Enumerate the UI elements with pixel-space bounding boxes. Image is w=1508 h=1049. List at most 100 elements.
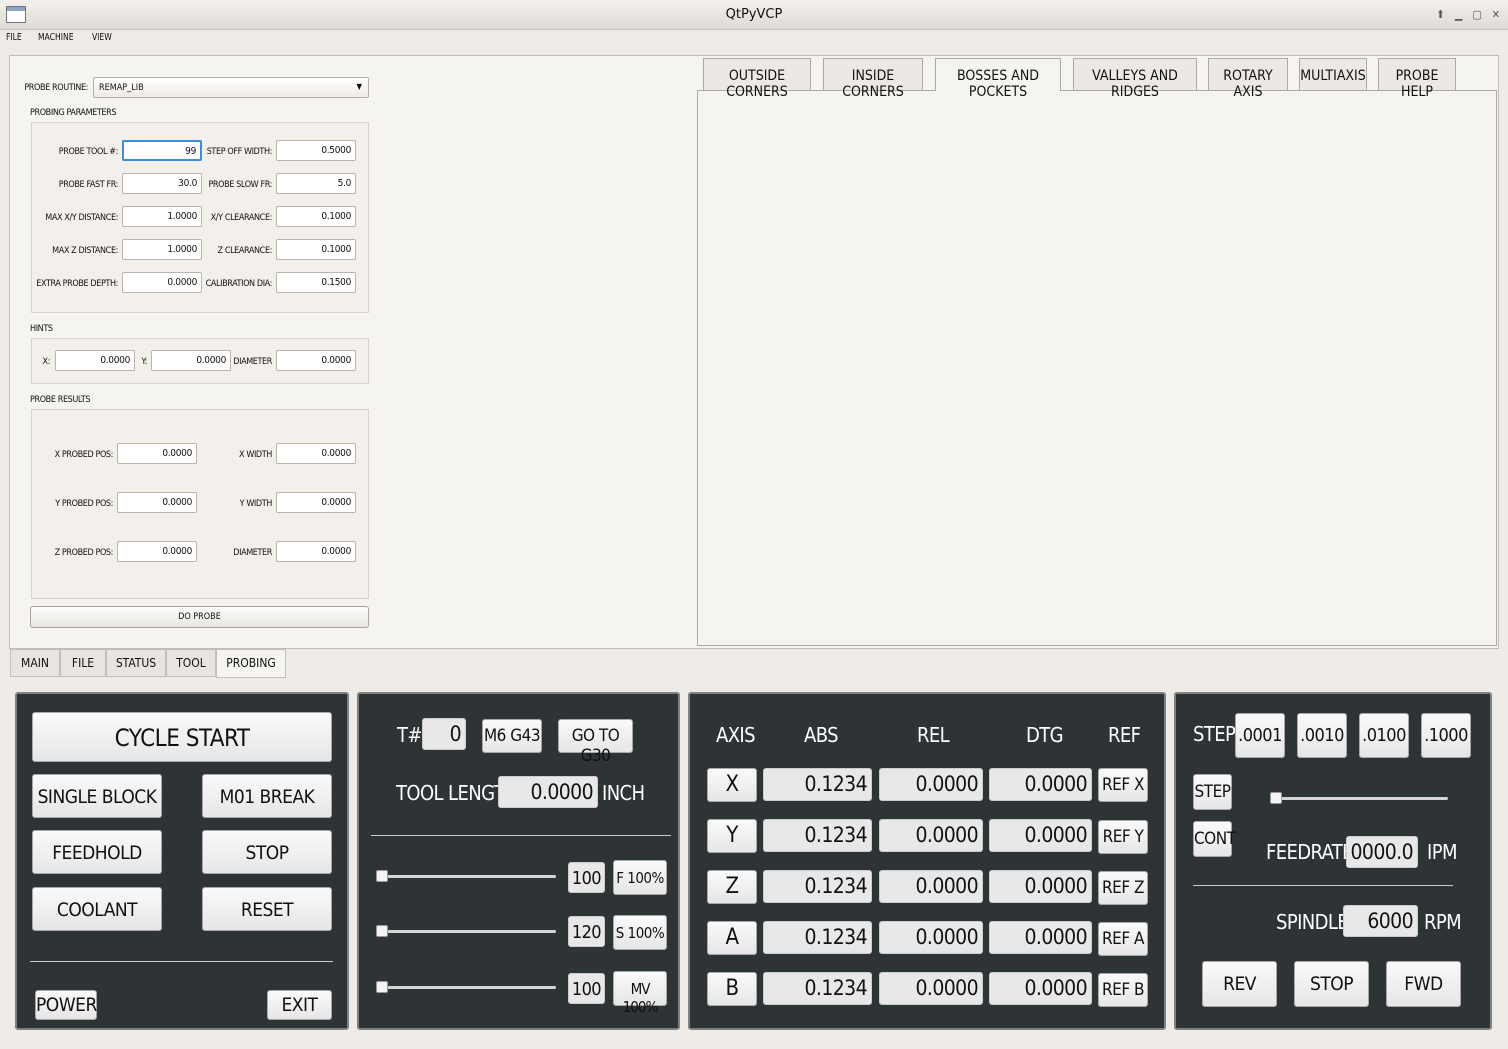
tab-valleys-and-ridges[interactable]: VALLEYS AND RIDGES	[1073, 58, 1197, 100]
spindle-reverse-button[interactable]: REV	[1202, 961, 1277, 1007]
x-probed-value[interactable]: 0.0000	[117, 443, 197, 464]
probe-slow-input[interactable]: 5.0	[276, 173, 356, 194]
jog-rate-handle[interactable]	[1270, 792, 1282, 804]
spindle-unit: RPM	[1424, 910, 1462, 934]
go-to-g30-button[interactable]: GO TO G30	[558, 719, 633, 766]
m01-break-button[interactable]: M01 BREAK	[202, 774, 332, 818]
step-label: STEP	[1193, 722, 1236, 746]
probe-tool-input[interactable]: 99	[122, 140, 202, 161]
tool-number-field[interactable]: 0	[422, 718, 466, 750]
feed-override-handle[interactable]	[376, 870, 388, 882]
dro-header-axis: AXIS	[716, 723, 756, 747]
menu-view[interactable]: VIEW	[86, 30, 117, 50]
dro-b-dtg: 0.0000	[989, 972, 1092, 1005]
feedhold-button[interactable]: FEEDHOLD	[32, 830, 162, 874]
menu-file[interactable]: FILE	[0, 30, 27, 50]
step-off-width-input[interactable]: 0.5000	[276, 140, 356, 161]
tab-status[interactable]: STATUS	[106, 649, 166, 677]
spindle-speed-field[interactable]: 6000	[1343, 905, 1418, 937]
maximize-icon[interactable]: ▢	[1472, 8, 1481, 21]
max-xy-input[interactable]: 1.0000	[122, 206, 202, 227]
y-width-value[interactable]: 0.0000	[276, 492, 356, 513]
spindle-forward-button[interactable]: FWD	[1386, 961, 1461, 1007]
reset-button[interactable]: RESET	[202, 887, 332, 931]
single-block-button[interactable]: SINGLE BLOCK	[32, 774, 162, 818]
exit-button[interactable]: EXIT	[267, 990, 332, 1020]
x-width-value[interactable]: 0.0000	[276, 443, 356, 464]
cont-mode-button[interactable]: CONT	[1193, 821, 1236, 857]
hint-x-input[interactable]: 0.0000	[55, 350, 135, 371]
ref-a-button[interactable]: REF A	[1098, 922, 1148, 956]
spindle-override-value: 120	[568, 916, 605, 947]
tool-length-field[interactable]: 0.0000	[498, 776, 598, 808]
hint-y-input[interactable]: 0.0000	[151, 350, 231, 371]
hint-diameter-input[interactable]: 0.0000	[276, 350, 356, 371]
cycle-start-button[interactable]: CYCLE START	[32, 712, 332, 762]
feed-override-slider[interactable]	[377, 875, 556, 878]
y-probed-label: Y PROBED POS:	[55, 499, 113, 509]
hint-diameter-label: DIAMETER	[233, 357, 272, 367]
jog-rate-slider[interactable]	[1272, 797, 1448, 800]
stop-button[interactable]: STOP	[202, 830, 332, 874]
spindle-override-handle[interactable]	[376, 925, 388, 937]
x-width-label: X WIDTH	[239, 450, 272, 460]
tab-multiaxis[interactable]: MULTIAXIS	[1299, 58, 1367, 90]
tab-probe-help[interactable]: PROBE HELP	[1378, 58, 1456, 100]
extra-depth-input[interactable]: 0.0000	[122, 272, 202, 293]
feedrate-field[interactable]: 0000.0	[1346, 836, 1418, 868]
spindle-100-button[interactable]: S 100%	[613, 915, 667, 950]
probe-results-title: PROBE RESULTS	[30, 395, 91, 405]
max-velocity-100-button[interactable]: MV 100%	[613, 971, 667, 1016]
tab-tool[interactable]: TOOL	[166, 649, 216, 677]
jog-divider	[1193, 885, 1453, 886]
max-velocity-handle[interactable]	[376, 981, 388, 993]
step-1000-button[interactable]: .1000	[1421, 713, 1471, 758]
z-probed-value[interactable]: 0.0000	[117, 541, 197, 562]
axis-a-button[interactable]: A	[707, 921, 757, 955]
tab-file[interactable]: FILE	[60, 649, 106, 677]
m6-g43-button[interactable]: M6 G43	[482, 719, 542, 753]
coolant-button[interactable]: COOLANT	[32, 887, 162, 931]
max-xy-label: MAX X/Y DISTANCE:	[45, 213, 118, 223]
do-probe-button[interactable]: DO PROBE	[30, 606, 369, 628]
ref-y-button[interactable]: REF Y	[1098, 820, 1148, 854]
xy-clearance-input[interactable]: 0.1000	[276, 206, 356, 227]
xy-clearance-label: X/Y CLEARANCE:	[210, 213, 273, 223]
minimize-icon[interactable]: ▁	[1455, 8, 1463, 21]
step-0001-button[interactable]: .0001	[1235, 713, 1285, 758]
power-button[interactable]: POWER	[35, 990, 97, 1020]
tab-outside-corners[interactable]: OUTSIDE CORNERS	[703, 58, 811, 100]
ref-z-button[interactable]: REF Z	[1098, 871, 1148, 905]
max-z-input[interactable]: 1.0000	[122, 239, 202, 260]
z-clearance-input[interactable]: 0.1000	[276, 239, 356, 260]
tab-probing[interactable]: PROBING	[216, 649, 286, 678]
step-0010-button[interactable]: .0010	[1297, 713, 1347, 758]
tab-rotary-axis[interactable]: ROTARY AXIS	[1208, 58, 1288, 100]
result-diameter-value[interactable]: 0.0000	[276, 541, 356, 562]
close-icon[interactable]: ✕	[1492, 8, 1500, 21]
step-0100-button[interactable]: .0100	[1359, 713, 1409, 758]
tab-bosses-and-pockets[interactable]: BOSSES AND POCKETS	[935, 58, 1061, 100]
y-probed-value[interactable]: 0.0000	[117, 492, 197, 513]
calibration-dia-input[interactable]: 0.1500	[276, 272, 356, 293]
ref-b-button[interactable]: REF B	[1098, 973, 1148, 1007]
dro-header-dtg: DTG	[1026, 723, 1064, 747]
keep-above-icon[interactable]: ⬆	[1436, 8, 1444, 21]
menu-machine[interactable]: MACHINE	[32, 30, 79, 50]
axis-x-button[interactable]: X	[707, 768, 757, 802]
ref-x-button[interactable]: REF X	[1098, 768, 1148, 802]
probe-fast-input[interactable]: 30.0	[122, 173, 202, 194]
feed-override-value: 100	[568, 862, 605, 893]
dro-a-rel: 0.0000	[879, 921, 983, 954]
axis-b-button[interactable]: B	[707, 972, 757, 1006]
axis-z-button[interactable]: Z	[707, 870, 757, 904]
probe-routine-select[interactable]: REMAP_LIB ▼	[93, 77, 369, 98]
spindle-stop-button[interactable]: STOP	[1294, 961, 1369, 1007]
max-velocity-slider[interactable]	[377, 986, 556, 989]
tab-inside-corners[interactable]: INSIDE CORNERS	[823, 58, 923, 100]
tab-main[interactable]: MAIN	[10, 649, 60, 677]
spindle-override-slider[interactable]	[377, 930, 556, 933]
axis-y-button[interactable]: Y	[707, 819, 757, 853]
feed-100-button[interactable]: F 100%	[613, 860, 667, 895]
step-mode-button[interactable]: STEP	[1193, 774, 1232, 810]
